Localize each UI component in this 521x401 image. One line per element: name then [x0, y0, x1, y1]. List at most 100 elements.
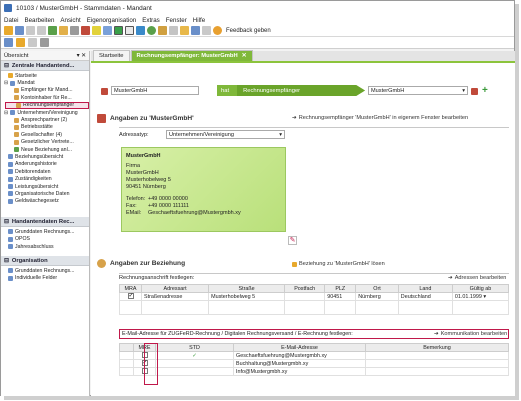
- menu-hilfe[interactable]: Hilfe: [193, 17, 205, 24]
- sidebar-item-aenderungshistorie[interactable]: Änderungshistorie: [4, 161, 89, 168]
- sidebar-item-leistungsuebersicht[interactable]: Leistungsübersicht: [4, 183, 89, 190]
- status-icon[interactable]: [147, 26, 156, 35]
- col-header-adressart[interactable]: Adressart: [140, 284, 210, 293]
- chevron-down-icon[interactable]: ▾: [279, 132, 282, 138]
- feedback-label[interactable]: Feedback geben: [226, 28, 271, 34]
- feedback-icon[interactable]: [213, 26, 222, 35]
- settings-icon[interactable]: [40, 38, 49, 47]
- people-icon: [8, 176, 13, 182]
- document-icon[interactable]: [180, 26, 189, 35]
- menu-bearbeiten[interactable]: Bearbeiten: [24, 17, 54, 24]
- sidebar-item-opos[interactable]: OPOS: [8, 235, 89, 242]
- table-row[interactable]: Info@Mustergmbh.xy: [119, 367, 509, 376]
- sidebar-item-grunddaten-org[interactable]: Grunddaten Rechnungs...: [8, 267, 89, 274]
- globe-icon[interactable]: [136, 26, 145, 35]
- sidebar-item-startseite[interactable]: Startseite: [4, 72, 89, 79]
- relation-left-field[interactable]: MusterGmbH: [111, 86, 199, 95]
- sidebar: Übersicht ▾ ✕ ⊟ Zentrale Handantend... S…: [1, 51, 90, 396]
- redo-icon[interactable]: [37, 26, 46, 35]
- sidebar-section-zentrale[interactable]: ⊟ Zentrale Handantend...: [1, 61, 89, 71]
- collapse-icon[interactable]: ⊟: [4, 110, 8, 116]
- table-row[interactable]: Straßenadresse Musterhobelweg 5 90451 Nü…: [119, 292, 510, 301]
- sidebar-item-vertreter[interactable]: Gesetzlicher Vertrete...: [4, 139, 89, 146]
- collapse-icon[interactable]: ⊟: [4, 258, 9, 264]
- tools-icon[interactable]: [28, 38, 37, 47]
- sidebar-item-organisatorische-daten[interactable]: Organisatorische Daten: [4, 190, 89, 197]
- relation-right-field[interactable]: MusterGmbH ▾: [368, 86, 468, 95]
- table-row[interactable]: ✓ Geschaeftsfuehrung@Mustergmbh.xy: [119, 351, 509, 360]
- back-icon[interactable]: [4, 38, 13, 47]
- sidebar-item-debitorendaten[interactable]: Debitorendaten: [4, 168, 89, 175]
- check-icon[interactable]: [125, 26, 134, 35]
- mra-checkbox[interactable]: [127, 292, 134, 300]
- save-icon[interactable]: [15, 26, 24, 35]
- col-header-std[interactable]: STD: [155, 343, 234, 352]
- card-line: Firma: [126, 163, 141, 169]
- edit-pencil-icon[interactable]: ✎: [288, 236, 297, 245]
- sidebar-item-ansprechpartner[interactable]: Ansprechpartner (2): [4, 116, 89, 123]
- collapse-icon[interactable]: ⊟: [4, 63, 9, 69]
- image-icon[interactable]: [158, 26, 167, 35]
- sidebar-item-rechnungsempfaenger[interactable]: Rechnungsempfänger: [5, 101, 89, 109]
- sidebar-item-gesellschafter[interactable]: Gesellschafter (4): [4, 131, 89, 138]
- collapse-icon[interactable]: ⊟: [4, 219, 9, 225]
- dissolve-relation-link[interactable]: Beziehung zu 'MusterGmbH' lösen: [292, 261, 385, 267]
- arrow-right-icon: ➔: [448, 275, 453, 281]
- sidebar-item-geldwaeschegesetz[interactable]: Geldwäschegesetz: [4, 198, 89, 205]
- col-header-email[interactable]: E-Mail-Adresse: [233, 343, 366, 352]
- sidebar-item-jahresabschluss[interactable]: Jahresabschluss: [8, 243, 89, 250]
- col-header-ort[interactable]: Ort: [355, 284, 399, 293]
- chevron-down-icon[interactable]: ▾: [483, 294, 486, 300]
- pin-icon[interactable]: ▾ ✕: [77, 53, 86, 59]
- col-header-plz[interactable]: PLZ: [324, 284, 357, 293]
- col-header-gueltig[interactable]: Gültig ab: [451, 284, 510, 293]
- table-row[interactable]: Buchhaltung@Mustergmbh.xy: [119, 359, 509, 368]
- sidebar-item-mandat[interactable]: ⊟ Mandat: [4, 79, 89, 86]
- chevron-down-icon[interactable]: ▾: [462, 88, 465, 94]
- sidebar-item-beziehungsuebersicht[interactable]: Beziehungsübersicht: [4, 153, 89, 160]
- export-icon[interactable]: [191, 26, 200, 35]
- collapse-icon[interactable]: ⊟: [4, 80, 8, 86]
- col-header-postfach[interactable]: Postfach: [284, 284, 326, 293]
- menu-fenster[interactable]: Fenster: [166, 17, 187, 24]
- edit-addresses-link[interactable]: ➔ Adressen bearbeiten: [448, 275, 506, 281]
- close-icon[interactable]: ✕: [242, 53, 247, 59]
- sidebar-item-betriebsstaette[interactable]: Betriebsstätte: [4, 124, 89, 131]
- sidebar-section-organisation[interactable]: ⊟ Organisation: [1, 256, 89, 267]
- delete-icon[interactable]: [81, 26, 90, 35]
- col-header-strasse[interactable]: Straße: [208, 284, 286, 293]
- lock-icon[interactable]: [92, 26, 101, 35]
- adressatyp-select[interactable]: Unternehmen/Vereinigung ▾: [166, 130, 285, 139]
- sidebar-item-empfaenger[interactable]: Empfänger für Mand...: [4, 87, 89, 94]
- sidebar-item-grunddaten[interactable]: Grunddaten Rechnungs...: [8, 228, 89, 235]
- col-header-bemerkung[interactable]: Bemerkung: [365, 343, 509, 352]
- table-icon[interactable]: [169, 26, 178, 35]
- window-icon[interactable]: [202, 26, 211, 35]
- tab-rechnungsempfaenger[interactable]: Rechnungsempfänger: MusterGmbH ✕: [130, 50, 253, 61]
- edit-communication-link[interactable]: ➔ Kommunikation bearbeiten: [434, 331, 507, 337]
- sidebar-section-handantendaten[interactable]: ⊟ Handantendaten Rec...: [1, 217, 89, 228]
- new-icon[interactable]: [4, 26, 13, 35]
- menu-datei[interactable]: Datei: [4, 17, 18, 24]
- forward-icon[interactable]: [16, 38, 25, 47]
- sidebar-item-kontoinhaber[interactable]: Kontoinhaber für Re...: [4, 94, 89, 101]
- menu-ansicht[interactable]: Ansicht: [60, 17, 80, 24]
- sidebar-item-individuelle-felder[interactable]: Individuelle Felder: [8, 275, 89, 282]
- sidebar-item-neue-beziehung[interactable]: Neue Beziehung anl...: [4, 146, 89, 153]
- search-icon[interactable]: [59, 26, 68, 35]
- sidebar-item-unternehmen[interactable]: ⊟ Unternehmen/Vereinigung: [4, 109, 89, 116]
- col-header-land[interactable]: Land: [397, 284, 453, 293]
- refresh-icon[interactable]: [48, 26, 57, 35]
- menu-extras[interactable]: Extras: [142, 17, 160, 24]
- sidebar-item-zustaendigkeiten[interactable]: Zuständigkeiten: [4, 175, 89, 182]
- open-window-link[interactable]: ➔ Rechnungsempfänger 'MusterGmbH' in eige…: [292, 115, 468, 121]
- grid-icon[interactable]: [114, 26, 123, 35]
- add-relation-icon[interactable]: +: [482, 85, 488, 96]
- tab-startseite[interactable]: Startseite: [93, 50, 130, 61]
- print-icon[interactable]: [70, 26, 79, 35]
- menu-eigenorganisation[interactable]: Eigenorganisation: [87, 17, 137, 24]
- email-section-label: E-Mail-Adresse für ZUGFeRD-Rechnung / Di…: [122, 331, 353, 337]
- cell-gueltig[interactable]: 01.01.1999 ▾: [451, 292, 510, 301]
- undo-icon[interactable]: [26, 26, 35, 35]
- folder-icon[interactable]: [103, 26, 112, 35]
